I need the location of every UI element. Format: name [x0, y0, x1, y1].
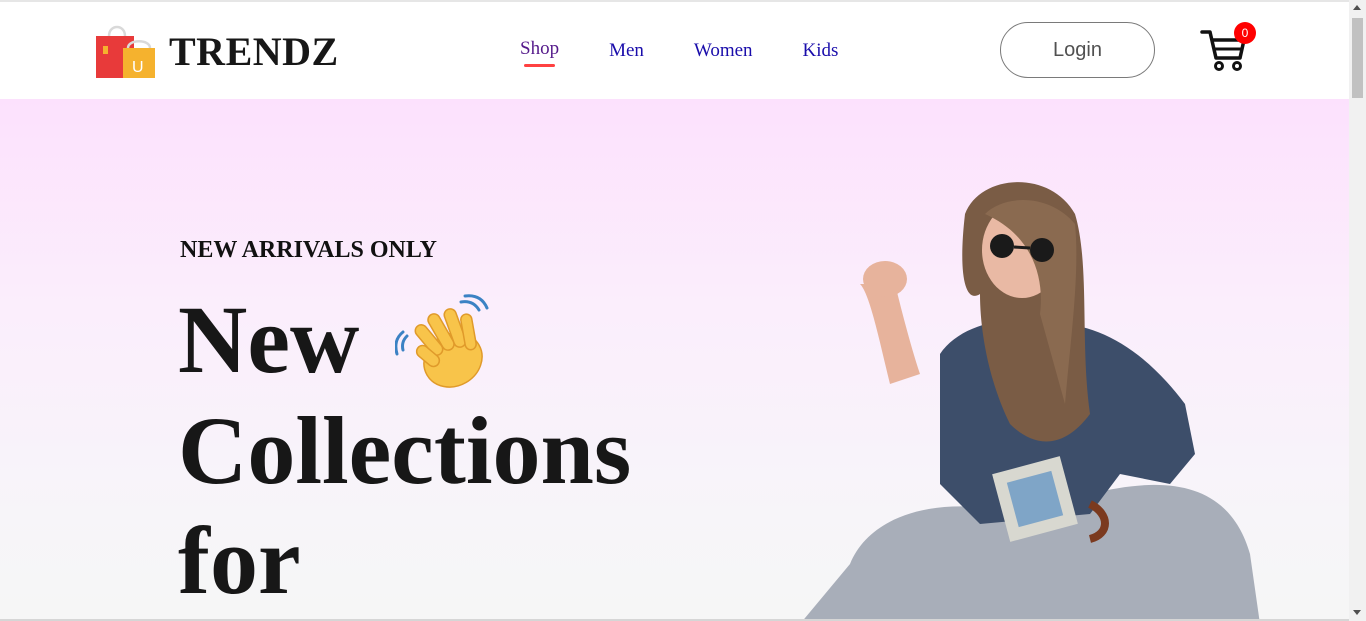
hero-line-3: for: [178, 507, 301, 614]
navbar: U TRENDZ Shop Men Women Kids Login 0: [0, 2, 1349, 99]
hero-section: NEW ARRIVALS ONLY New Collections for: [0, 99, 1349, 619]
nav-item-label: Women: [693, 40, 753, 61]
nav-item-shop[interactable]: Shop: [520, 38, 560, 67]
scroll-up-icon[interactable]: [1353, 5, 1361, 10]
scrollbar-thumb[interactable]: [1352, 18, 1363, 98]
brand-logo[interactable]: U TRENDZ: [95, 22, 339, 80]
login-button[interactable]: Login: [1000, 22, 1155, 78]
active-indicator: [524, 64, 556, 67]
shopping-bag-icon: U: [95, 22, 157, 80]
logo-letter: U: [132, 59, 144, 76]
hero-kicker: NEW ARRIVALS ONLY: [180, 237, 437, 263]
hero-line-2: Collections: [178, 397, 632, 504]
hero-line-1: New: [178, 286, 360, 393]
cart-count-badge: 0: [1234, 22, 1256, 44]
waving-hand-icon: [394, 294, 495, 394]
nav-item-label: Kids: [802, 40, 839, 61]
scroll-down-icon[interactable]: [1353, 610, 1361, 615]
hero-model-image: [790, 154, 1270, 619]
nav-item-kids[interactable]: Kids: [803, 40, 839, 62]
page-viewport: U TRENDZ Shop Men Women Kids Login 0 NEW…: [0, 0, 1349, 619]
vertical-scrollbar[interactable]: [1349, 0, 1366, 621]
nav-item-men[interactable]: Men: [609, 40, 644, 62]
nav-item-label: Shop: [520, 38, 560, 59]
brand-name: TRENDZ: [169, 28, 339, 74]
nav-item-women[interactable]: Women: [694, 40, 753, 62]
nav-item-label: Men: [609, 40, 644, 61]
main-nav: Shop Men Women Kids: [520, 38, 888, 67]
